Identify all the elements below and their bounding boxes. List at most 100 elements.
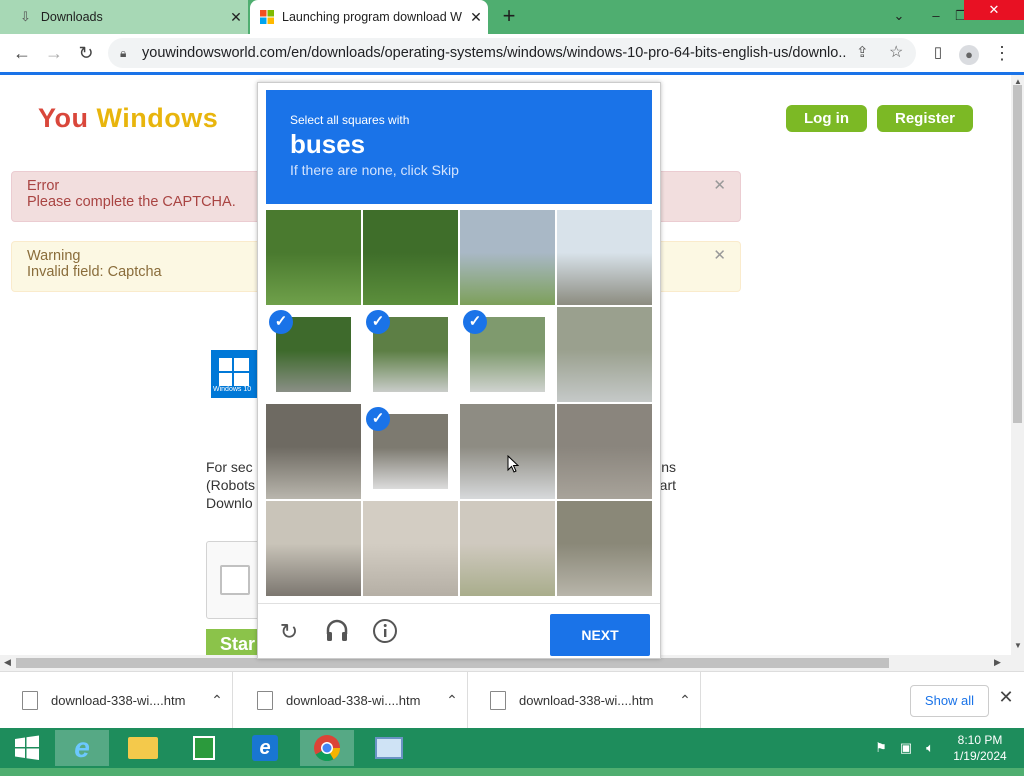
close-icon[interactable]: ✕ bbox=[713, 246, 726, 264]
taskbar: e e ⚑ ▣ 🔈︎ 8:10 PM 1/19/2024 bbox=[0, 728, 1024, 768]
tab-launching-program[interactable]: Launching program download W ✕ bbox=[250, 0, 488, 34]
warning-message: Invalid field: Captcha bbox=[27, 264, 162, 280]
check-icon: ✓ bbox=[366, 310, 390, 334]
clock-date: 1/19/2024 bbox=[953, 749, 1007, 763]
back-button[interactable]: ← bbox=[10, 41, 34, 65]
captcha-tile[interactable] bbox=[460, 210, 555, 305]
store-icon[interactable] bbox=[177, 730, 231, 766]
start-windows-icon[interactable] bbox=[0, 730, 54, 766]
recaptcha-checkbox[interactable] bbox=[220, 565, 250, 595]
captcha-tile[interactable]: ✓ bbox=[363, 404, 458, 499]
captcha-footer: ↻ NEXT bbox=[258, 603, 660, 659]
captcha-tile[interactable] bbox=[557, 210, 652, 305]
chrome-icon[interactable] bbox=[300, 730, 354, 766]
captcha-instruction: Select all squares with bbox=[290, 113, 410, 127]
download-icon: ⇩ bbox=[20, 9, 31, 24]
show-all-button[interactable]: Show all bbox=[910, 685, 989, 717]
next-button[interactable]: NEXT bbox=[550, 614, 650, 656]
captcha-tile[interactable] bbox=[266, 404, 361, 499]
share-icon[interactable]: ⇪ bbox=[856, 38, 869, 68]
captcha-tile-image bbox=[460, 501, 555, 596]
windows-logo-icon: Windows 10 bbox=[211, 350, 258, 398]
url-text[interactable]: youwindowsworld.com/en/downloads/operati… bbox=[142, 38, 847, 68]
captcha-tile-image bbox=[460, 210, 555, 305]
register-button[interactable]: Register bbox=[877, 105, 973, 132]
captcha-tile-image bbox=[363, 210, 458, 305]
scroll-left-icon[interactable]: ◀ bbox=[4, 657, 11, 668]
internet-explorer-icon[interactable]: e bbox=[55, 730, 109, 766]
captcha-tile[interactable] bbox=[266, 210, 361, 305]
new-tab-button[interactable]: + bbox=[497, 5, 521, 29]
captcha-tile-image bbox=[557, 404, 652, 499]
vertical-scrollbar[interactable]: ▲ ▼ bbox=[1011, 75, 1024, 655]
captcha-tile[interactable] bbox=[460, 404, 555, 499]
close-icon[interactable]: ✕ bbox=[464, 9, 488, 26]
captcha-tile[interactable] bbox=[266, 501, 361, 596]
logo-word-2: Windows bbox=[96, 103, 219, 133]
captcha-tile[interactable] bbox=[363, 210, 458, 305]
network-icon[interactable]: ▣ bbox=[898, 740, 914, 756]
download-shelf: download-338-wi....htm ⌃ download-338-wi… bbox=[0, 671, 1024, 729]
captcha-tile[interactable] bbox=[557, 307, 652, 402]
captcha-tile[interactable] bbox=[557, 501, 652, 596]
captcha-tile-image bbox=[266, 501, 361, 596]
download-filename: download-338-wi....htm bbox=[51, 693, 186, 708]
body-line-3: Downlo bbox=[206, 495, 253, 511]
close-icon[interactable]: ✕ bbox=[224, 9, 248, 26]
scrollbar-thumb[interactable] bbox=[16, 658, 889, 668]
site-logo[interactable]: You Windows bbox=[38, 103, 218, 134]
error-message: Please complete the CAPTCHA. bbox=[27, 194, 236, 210]
mouse-cursor-icon bbox=[507, 454, 520, 479]
captcha-tile[interactable] bbox=[557, 404, 652, 499]
captcha-tile[interactable] bbox=[460, 501, 555, 596]
chevron-up-icon[interactable]: ⌃ bbox=[202, 692, 232, 709]
captcha-tile-image bbox=[557, 307, 652, 402]
tab-downloads[interactable]: ⇩ Downloads ✕ bbox=[0, 0, 248, 34]
captcha-tile[interactable]: ✓ bbox=[266, 307, 361, 402]
control-panel-icon[interactable] bbox=[362, 730, 416, 766]
captcha-tile[interactable]: ✓ bbox=[460, 307, 555, 402]
headphones-icon[interactable] bbox=[323, 618, 351, 646]
reload-icon[interactable]: ↻ bbox=[275, 618, 303, 646]
forward-button[interactable]: → bbox=[42, 41, 66, 65]
captcha-tile-image bbox=[460, 404, 555, 499]
body-line-1: For sec bbox=[206, 459, 253, 475]
scroll-down-icon[interactable]: ▼ bbox=[1014, 641, 1022, 650]
window-close-button[interactable]: ✕ bbox=[964, 0, 1024, 20]
download-item[interactable]: download-338-wi....htm ⌃ bbox=[235, 672, 468, 729]
profile-avatar[interactable]: ● bbox=[957, 41, 981, 65]
close-icon[interactable]: ✕ bbox=[713, 176, 726, 194]
chevron-up-icon[interactable]: ⌃ bbox=[670, 692, 700, 709]
side-panel-icon[interactable]: ▯ bbox=[926, 41, 950, 65]
captcha-tile-image bbox=[363, 501, 458, 596]
file-explorer-icon[interactable] bbox=[116, 730, 170, 766]
scrollbar-thumb[interactable] bbox=[1013, 85, 1022, 423]
system-clock[interactable]: 8:10 PM 1/19/2024 bbox=[940, 732, 1020, 764]
bookmark-star-icon[interactable]: ☆ bbox=[889, 38, 903, 68]
captcha-tile[interactable]: ✓ bbox=[363, 307, 458, 402]
close-icon[interactable]: ✕ bbox=[996, 687, 1016, 711]
internet-explorer-icon[interactable]: e bbox=[238, 730, 292, 766]
login-button[interactable]: Log in bbox=[786, 105, 867, 132]
captcha-tile-image bbox=[266, 404, 361, 499]
lock-icon[interactable]: 🔒︎ bbox=[120, 38, 126, 68]
flag-icon[interactable]: ⚑ bbox=[873, 740, 889, 756]
info-icon[interactable] bbox=[371, 618, 399, 646]
download-item[interactable]: download-338-wi....htm ⌃ bbox=[0, 672, 233, 729]
captcha-tile-image bbox=[557, 501, 652, 596]
captcha-header: Select all squares with buses If there a… bbox=[266, 90, 652, 204]
menu-kebab-icon[interactable]: ⋮ bbox=[990, 41, 1014, 65]
reload-button[interactable]: ↻ bbox=[74, 41, 98, 65]
file-icon bbox=[22, 691, 38, 710]
download-filename: download-338-wi....htm bbox=[519, 693, 654, 708]
download-item[interactable]: download-338-wi....htm ⌃ bbox=[468, 672, 701, 729]
tab-search-chevron-icon[interactable]: ⌄ bbox=[884, 2, 914, 30]
address-bar[interactable]: 🔒︎ youwindowsworld.com/en/downloads/oper… bbox=[108, 38, 916, 68]
body-line-1-end: ns bbox=[661, 459, 676, 475]
scroll-right-icon[interactable]: ▶ bbox=[994, 657, 1001, 668]
volume-muted-icon[interactable]: 🔈︎ bbox=[922, 740, 938, 756]
windows-logo-caption: Windows 10 bbox=[213, 386, 252, 393]
captcha-tile[interactable] bbox=[363, 501, 458, 596]
check-icon: ✓ bbox=[463, 310, 487, 334]
chevron-up-icon[interactable]: ⌃ bbox=[437, 692, 467, 709]
